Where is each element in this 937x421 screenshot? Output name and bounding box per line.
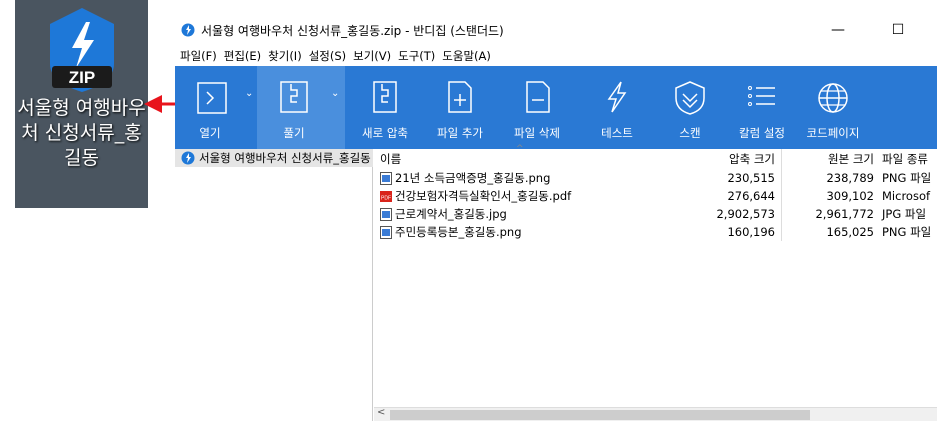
svg-text:PDF: PDF — [381, 195, 391, 201]
file-original-size: 309,102 — [826, 189, 874, 203]
file-row[interactable]: 근로계약서_홍길동.jpg 2,902,573 2,961,772 JPG 파일 — [374, 205, 937, 223]
menu-tools[interactable]: 도구(T) — [398, 48, 435, 64]
menu-edit[interactable]: 편집(E) — [224, 48, 261, 64]
test-label: 테스트 — [601, 126, 633, 140]
scan-button[interactable]: 스캔 — [655, 66, 725, 149]
file-name: 건강보험자격득실확인서_홍길동.pdf — [395, 189, 572, 203]
image-file-icon — [380, 207, 392, 221]
file-type: JPG 파일 — [882, 207, 927, 221]
image-file-icon — [380, 171, 392, 185]
scrollbar-thumb[interactable] — [390, 410, 810, 420]
zip-badge-text: ZIP — [68, 68, 94, 87]
file-row[interactable]: 주민등록등본_홍길동.png 160,196 165,025 PNG 파일 — [374, 223, 937, 241]
horizontal-scrollbar[interactable]: < — [374, 407, 937, 421]
file-original-size: 238,789 — [826, 171, 874, 185]
bandizip-app-icon — [181, 23, 195, 37]
add-file-label: 파일 추가 — [437, 126, 483, 140]
folder-tree: 서울형 여행바우처 신청서류_홍길동 — [175, 149, 373, 421]
file-type: Microsof — [882, 189, 931, 203]
tree-root-item[interactable]: 서울형 여행바우처 신청서류_홍길동 — [175, 149, 373, 167]
file-original-size: 2,961,772 — [815, 207, 874, 221]
file-row[interactable]: 21년 소득금액증명_홍길동.png 230,515 238,789 PNG 파… — [374, 169, 937, 187]
file-name: 근로계약서_홍길동.jpg — [395, 207, 507, 221]
window-title: 서울형 여행바우처 신청서류_홍길동.zip - 반디집 (스탠더드) — [201, 23, 504, 38]
extract-button[interactable]: ⌄ 풀기 — [257, 66, 345, 149]
toolbar: ⌄ 열기 ⌄ 풀기 새로 압축 파일 추가 파일 삭제 테스트 스캔 칼럼 설정… — [175, 66, 937, 149]
extract-dropdown-icon[interactable]: ⌄ — [331, 88, 339, 99]
header-compressed-size[interactable]: 압축 크기 — [682, 149, 782, 169]
new-archive-button[interactable]: 새로 압축 — [345, 66, 425, 149]
column-settings-button[interactable]: 칼럼 설정 — [725, 66, 799, 149]
desktop-zip-shortcut[interactable]: ZIP 서울형 여행바우처 신청서류_홍길동 — [15, 0, 148, 208]
menu-find[interactable]: 찾기(I) — [268, 48, 302, 64]
delete-file-label: 파일 삭제 — [514, 126, 560, 140]
header-name-label: 이름 — [380, 152, 402, 166]
desktop-icon-label: 서울형 여행바우처 신청서류_홍길동 — [17, 97, 146, 169]
file-name: 21년 소득금액증명_홍길동.png — [395, 171, 551, 185]
file-row[interactable]: PDF 건강보험자격득실확인서_홍길동.pdf 276,644 309,102 … — [374, 187, 937, 205]
menu-file[interactable]: 파일(F) — [180, 48, 217, 64]
new-archive-label: 새로 압축 — [362, 126, 408, 140]
sort-caret-icon: ^ — [516, 144, 524, 154]
test-button[interactable]: 테스트 — [579, 66, 655, 149]
image-file-icon — [380, 225, 392, 239]
file-list-header: ^ 이름 압축 크기 원본 크기 파일 종류 — [374, 144, 937, 169]
extract-zipper-icon — [280, 81, 308, 113]
open-label: 열기 — [199, 126, 221, 140]
file-original-size: 165,025 — [826, 225, 874, 239]
file-compressed-size: 2,902,573 — [682, 205, 782, 223]
file-name: 주민등록등본_홍길동.png — [395, 225, 522, 239]
open-folder-icon — [197, 82, 227, 114]
list-icon — [748, 86, 775, 106]
maximize-icon: ☐ — [891, 22, 905, 38]
add-file-icon — [448, 81, 472, 113]
globe-icon — [818, 83, 848, 113]
codepage-label: 코드페이지 — [806, 126, 860, 140]
menu-bar: 파일(F) 편집(E) 찾기(I) 설정(S) 보기(V) 도구(T) 도움말(… — [175, 46, 937, 66]
file-list: ^ 이름 압축 크기 원본 크기 파일 종류 21년 소득금액증명_홍길동.pn… — [374, 144, 937, 421]
menu-view[interactable]: 보기(V) — [353, 48, 391, 64]
file-type: PNG 파일 — [882, 171, 932, 185]
new-archive-icon — [373, 81, 397, 113]
pdf-file-icon: PDF — [380, 190, 392, 202]
file-compressed-size: 276,644 — [682, 187, 782, 205]
title-bar[interactable]: 서울형 여행바우처 신청서류_홍길동.zip - 반디집 (스탠더드) — ☐ — [175, 14, 937, 46]
column-settings-label: 칼럼 설정 — [739, 126, 785, 140]
menu-settings[interactable]: 설정(S) — [309, 48, 346, 64]
file-compressed-size: 160,196 — [682, 223, 782, 241]
file-type: PNG 파일 — [882, 225, 932, 239]
header-original-size[interactable]: 원본 크기 — [782, 149, 878, 169]
open-dropdown-icon[interactable]: ⌄ — [245, 88, 253, 99]
delete-file-button[interactable]: 파일 삭제 — [495, 66, 579, 149]
tree-root-label: 서울형 여행바우처 신청서류_홍길동 — [199, 151, 371, 165]
file-compressed-size: 230,515 — [682, 169, 782, 187]
codepage-button[interactable]: 코드페이지 — [799, 66, 867, 149]
bandizip-archive-icon: ZIP — [42, 4, 122, 96]
scroll-left-icon[interactable]: < — [377, 407, 385, 418]
scan-label: 스캔 — [679, 126, 701, 140]
add-file-button[interactable]: 파일 추가 — [425, 66, 495, 149]
open-button[interactable]: ⌄ 열기 — [175, 66, 257, 149]
menu-help[interactable]: 도움말(A) — [442, 48, 491, 64]
header-file-type[interactable]: 파일 종류 — [878, 151, 937, 167]
bandizip-window: 서울형 여행바우처 신청서류_홍길동.zip - 반디집 (스탠더드) — ☐ … — [175, 14, 937, 421]
archive-root-icon — [181, 151, 195, 165]
minimize-icon: — — [831, 22, 845, 38]
extract-label: 풀기 — [283, 126, 305, 140]
delete-file-icon — [526, 81, 550, 113]
header-name[interactable]: ^ 이름 — [374, 144, 682, 167]
minimize-button[interactable]: — — [815, 14, 861, 46]
lightning-icon — [607, 81, 627, 113]
maximize-button[interactable]: ☐ — [875, 14, 921, 46]
shield-scan-icon — [675, 81, 705, 115]
